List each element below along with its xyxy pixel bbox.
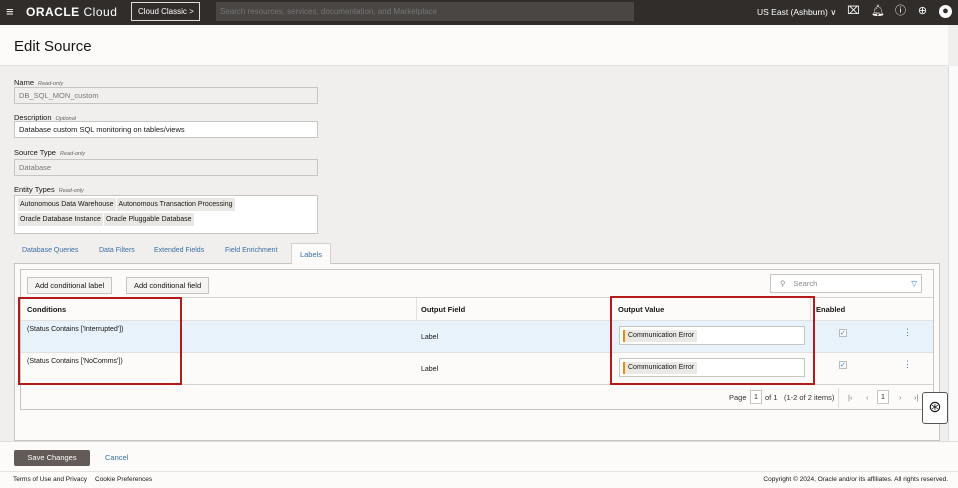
terms-link[interactable]: Terms of Use and Privacy xyxy=(13,472,87,488)
page-scrollbar[interactable] xyxy=(948,66,958,441)
help-lifebuoy-icon[interactable]: ⊛ xyxy=(922,392,948,424)
copyright-text: Copyright © 2024, Oracle and/or its affi… xyxy=(763,476,948,483)
notification-bell-icon[interactable]: 🔔︎ xyxy=(871,5,885,18)
page-title: Edit Source xyxy=(14,38,92,55)
page-of: of 1 xyxy=(765,393,778,402)
source-type-label: Source Type Read-only xyxy=(14,148,86,157)
oracle-logo[interactable]: ORACLE Cloud xyxy=(26,5,117,19)
row-actions-kebab-icon[interactable]: ⋮ xyxy=(903,359,912,370)
page-label: Page xyxy=(729,393,747,402)
action-bar: Save Changes Cancel xyxy=(0,441,958,471)
output-value-highlight xyxy=(610,296,815,385)
current-page-button[interactable]: 1 xyxy=(877,390,889,404)
tab-database-queries[interactable]: Database Queries xyxy=(22,247,78,254)
tab-field-enrichment[interactable]: Field Enrichment xyxy=(225,247,278,254)
entity-types-label: Entity Types Read-only xyxy=(14,185,84,194)
language-globe-icon[interactable]: ⊕ xyxy=(916,5,929,18)
first-page-icon[interactable]: |‹ xyxy=(848,393,852,402)
global-search-input[interactable] xyxy=(216,2,634,21)
entity-chip: Autonomous Data Warehouse xyxy=(18,198,116,211)
name-field: DB_SQL_MON_custom xyxy=(14,87,318,104)
column-output-field[interactable]: Output Field xyxy=(421,298,465,321)
filter-icon[interactable]: ▽ xyxy=(911,275,917,292)
enabled-checkbox[interactable]: ✓ xyxy=(839,329,847,337)
enabled-checkbox[interactable]: ✓ xyxy=(839,361,847,369)
top-bar: ≡ ORACLE Cloud Cloud Classic > US East (… xyxy=(0,0,958,25)
tab-data-filters[interactable]: Data Filters xyxy=(99,247,135,254)
name-label: Name Read-only xyxy=(14,78,64,87)
title-bar: Edit Source xyxy=(0,25,948,66)
save-changes-button[interactable]: Save Changes xyxy=(14,450,90,466)
cloud-classic-button[interactable]: Cloud Classic > xyxy=(131,2,200,21)
hamburger-menu-icon[interactable]: ≡ xyxy=(6,4,14,19)
cookie-preferences-link[interactable]: Cookie Preferences xyxy=(95,472,152,488)
prev-page-icon[interactable]: ‹ xyxy=(866,393,869,402)
conditions-highlight xyxy=(18,297,182,385)
add-conditional-field-button[interactable]: Add conditional field xyxy=(126,277,210,294)
cancel-link[interactable]: Cancel xyxy=(105,453,128,462)
user-avatar-icon[interactable]: ● xyxy=(939,5,952,18)
code-editor-icon[interactable]: ⌧ xyxy=(847,5,860,18)
add-conditional-label-button[interactable]: Add conditional label xyxy=(27,277,113,294)
page-items: (1-2 of 2 items) xyxy=(784,393,835,402)
source-type-field: Database xyxy=(14,159,318,176)
entity-chip: Oracle Pluggable Database xyxy=(103,213,194,226)
entity-types-field: Autonomous Data Warehouse Autonomous Tran… xyxy=(14,195,318,234)
tab-labels[interactable]: Labels xyxy=(291,243,331,264)
output-field-cell: Label xyxy=(421,334,439,341)
tab-extended-fields[interactable]: Extended Fields xyxy=(154,247,204,254)
entity-chip: Oracle Database Instance xyxy=(18,213,103,226)
region-selector[interactable]: US East (Ashburn) ∨ xyxy=(757,7,836,18)
page-input[interactable]: 1 xyxy=(750,390,762,404)
next-page-icon[interactable]: › xyxy=(899,393,902,402)
footer: Terms of Use and Privacy Cookie Preferen… xyxy=(0,471,958,488)
row-actions-kebab-icon[interactable]: ⋮ xyxy=(903,327,912,338)
search-icon: ⚲ xyxy=(780,279,786,288)
help-icon[interactable]: ⓘ xyxy=(894,5,907,18)
table-search[interactable]: ⚲ Search ▽ xyxy=(770,274,922,293)
output-field-cell: Label xyxy=(421,366,439,373)
column-enabled[interactable]: Enabled xyxy=(816,298,845,321)
description-field[interactable]: Database custom SQL monitoring on tables… xyxy=(14,121,318,138)
last-page-icon[interactable]: ›| xyxy=(914,393,918,402)
entity-chip: Autonomous Transaction Processing xyxy=(116,198,235,211)
